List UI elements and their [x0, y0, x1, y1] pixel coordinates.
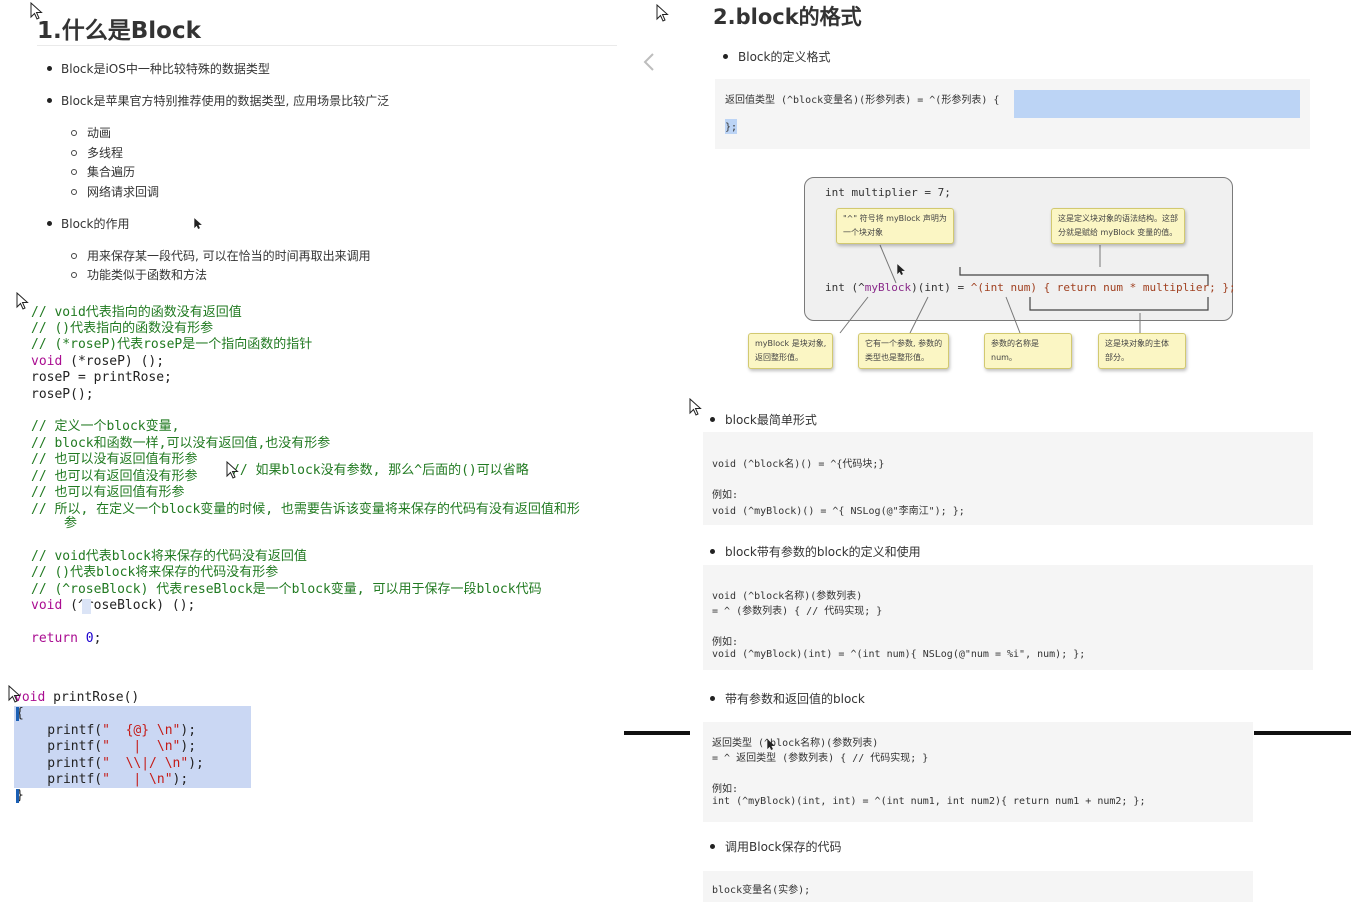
code-comment: // 也可以有返回值有形参 — [31, 485, 185, 500]
code-line: printf(" {@} \n"); — [16, 723, 197, 738]
code-text: block变量名(实参); — [712, 885, 811, 896]
list-item: Block是iOS中一种比较特殊的数据类型 — [47, 60, 270, 77]
sub-list-item: 用来保存某一段代码, 可以在恰当的时间再取出来调用 — [71, 247, 371, 264]
code-line: return 0; — [31, 631, 102, 646]
diagram-callout: 这是块对象的主体 部分。 — [1098, 333, 1186, 369]
code-text: = ^ (参数列表) { // 代码实现; } — [712, 606, 883, 617]
code-comment: // 定义一个block变量, — [31, 419, 180, 434]
list-item: block最简单形式 — [710, 411, 817, 428]
diagram-callout: "^" 符号将 myBlock 声明为 一个块对象 — [836, 208, 954, 244]
brace-match-marker — [16, 707, 19, 721]
caret-highlight — [82, 599, 91, 614]
page-title: 1.什么是Block — [37, 18, 201, 44]
diagram-callout: 参数的名称是 num。 — [984, 333, 1072, 369]
code-text: 返回值类型 (^block变量名)(形参列表) = ^(形参列表) { — [725, 95, 1000, 106]
code-text: 返回类型 (^block名称)(参数列表) — [712, 738, 879, 749]
selection-highlight — [1014, 90, 1300, 118]
code-line: printf(" | \n"); — [16, 739, 197, 754]
code-text: void (^block名称)(参数列表) — [712, 591, 863, 602]
code-comment: // void代表指向的函数没有返回值 — [31, 305, 242, 320]
sub-list-item: 功能类似于函数和方法 — [71, 266, 207, 283]
code-comment: // 也可以没有返回值有形参 — [31, 452, 198, 467]
code-text: }; — [725, 122, 738, 133]
diagram-callout: myBlock 是块对象, 返回整形值。 — [748, 333, 834, 369]
list-item: 调用Block保存的代码 — [710, 838, 841, 855]
list-item: Block是苹果官方特别推荐使用的数据类型, 应用场景比较广泛 — [47, 92, 389, 109]
list-item: 带有参数和返回值的block — [710, 690, 865, 707]
code-text: = ^ 返回类型 (参数列表) { // 代码实现; } — [712, 753, 929, 764]
list-item: block带有参数的block的定义和使用 — [710, 543, 921, 560]
diagram-callout: 这是定义块对象的语法结构。这部 分就是赋给 myBlock 变量的值。 — [1051, 208, 1185, 244]
chevron-left-icon[interactable] — [642, 52, 656, 77]
code-comment: 参 — [64, 516, 78, 531]
sub-list-item: 集合遍历 — [71, 163, 135, 180]
sub-list-item: 网络请求回调 — [71, 183, 159, 200]
code-comment: // (^roseBlock) 代表reseBlock是一个block变量, 可… — [31, 582, 542, 597]
left-pane: 1.什么是Block Block是iOS中一种比较特殊的数据类型 Block是苹… — [0, 0, 624, 902]
divider-bar — [1254, 731, 1351, 735]
sub-list-item: 动画 — [71, 124, 111, 141]
code-text: void (^myBlock)(int) = ^(int num){ NSLog… — [712, 649, 1086, 660]
code-text: int (^myBlock)(int, int) = ^(int num1, i… — [712, 796, 1146, 807]
code-text: 例如: — [712, 490, 739, 501]
code-text: void (^block名)() = ^{代码块;} — [712, 459, 885, 470]
divider-bar — [624, 731, 690, 735]
code-line: roseP = printRose; — [31, 370, 172, 385]
code-comment: // 如果block没有参数, 那么^后面的()可以省略 — [232, 463, 529, 478]
code-text: 例如: — [712, 637, 739, 648]
code-comment: // void代表block将来保存的代码没有返回值 — [31, 549, 307, 564]
code-line: void printRose() — [14, 690, 140, 705]
code-comment: // ()代表指向的函数没有形参 — [31, 321, 214, 336]
diagram-callout: 它有一个参数, 参数的 类型也是整形值。 — [858, 333, 950, 369]
heading-divider — [37, 45, 617, 46]
code-line: roseP(); — [31, 387, 94, 402]
code-comment: // (*roseP)代表roseP是一个指向函数的指针 — [31, 337, 313, 352]
brace-match-marker — [16, 789, 19, 803]
list-item: Block的作用 — [47, 215, 129, 232]
section-title: 2.block的格式 — [713, 5, 862, 29]
code-comment: // block和函数一样,可以没有返回值,也没有形参 — [31, 436, 331, 451]
code-comment: // 所以, 在定义一个block变量的时候, 也需要告诉该变量将来保存的代码有… — [31, 502, 580, 517]
code-line: void (^roseBlock) (); — [31, 598, 196, 613]
code-line: printf(" | \n"); — [16, 772, 189, 787]
list-item: Block的定义格式 — [723, 48, 830, 65]
code-text: 例如: — [712, 784, 739, 795]
code-line: void (*roseP) (); — [31, 354, 165, 369]
code-line: printf(" \\|/ \n"); — [16, 756, 204, 771]
code-comment: // 也可以有返回值没有形参 — [31, 469, 198, 484]
sub-list-item: 多线程 — [71, 144, 123, 161]
code-comment: // ()代表block将来保存的代码没有形参 — [31, 565, 279, 580]
code-text: void (^myBlock)() = ^{ NSLog(@"李南江"); }; — [712, 506, 965, 517]
